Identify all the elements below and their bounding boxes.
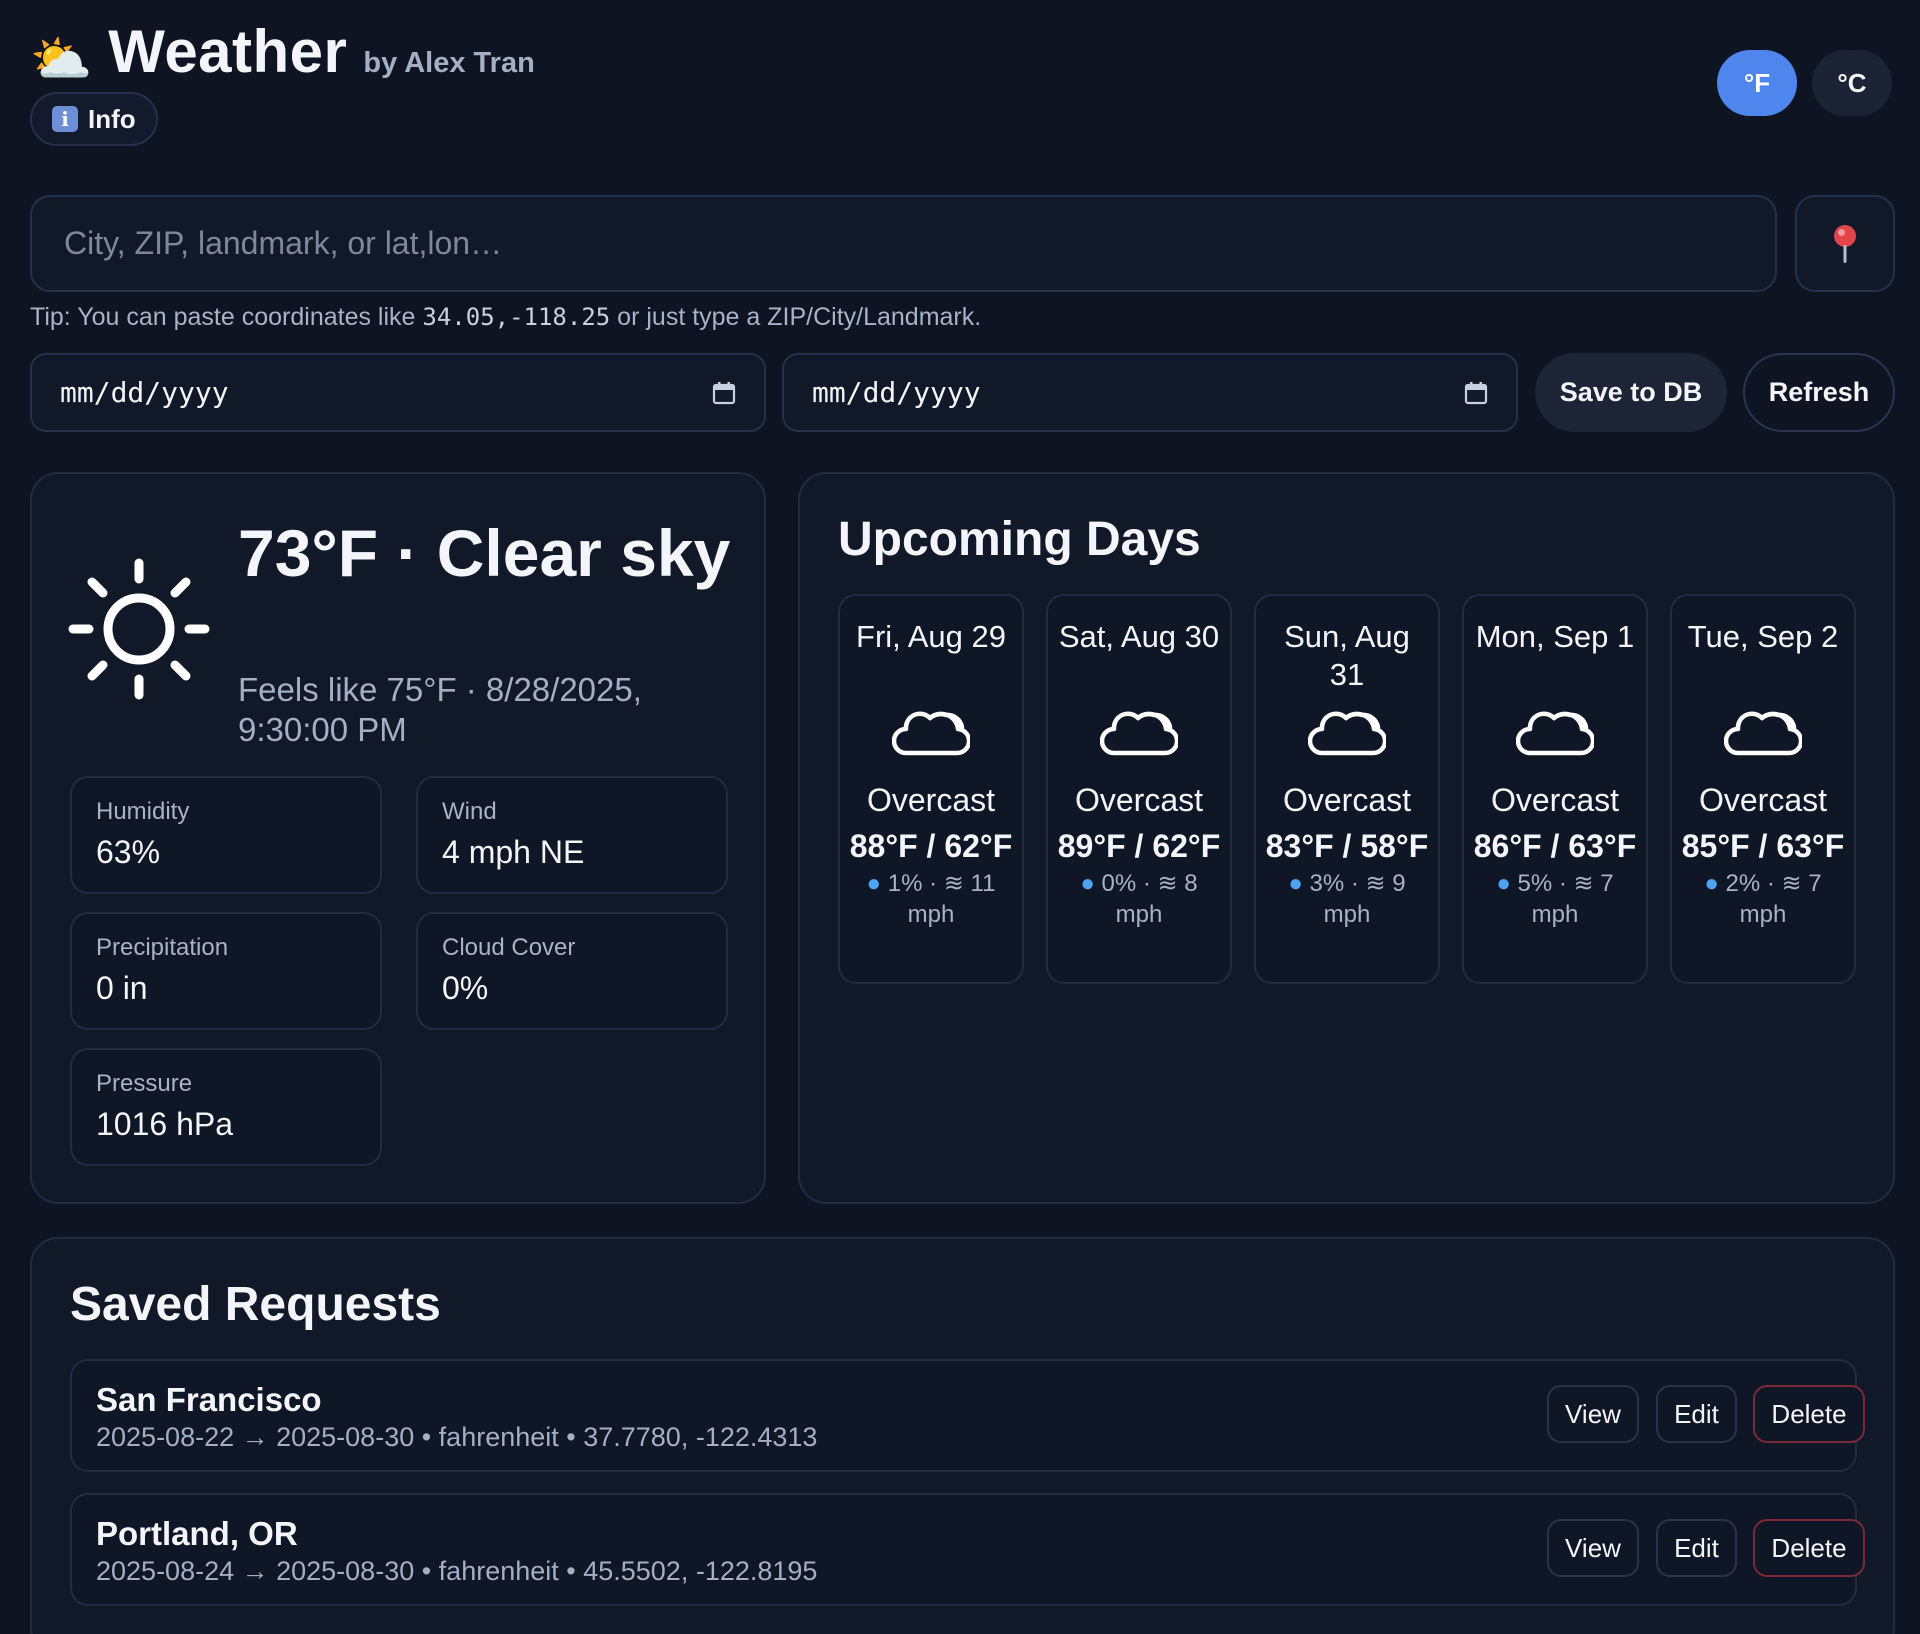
wind-icon: ≋ [943, 870, 964, 897]
forecast-day-card: Tue, Sep 2 Overcast 85°F / 63°F ● 2% · ≋… [1670, 594, 1856, 984]
forecast-date: Sun, Aug 31 [1284, 619, 1410, 692]
cloud-icon [1100, 711, 1178, 756]
start-date-placeholder: mm/dd/yyyy [60, 376, 229, 409]
search-box [30, 195, 1777, 292]
stat-value: 63% [96, 834, 161, 870]
start-date-input[interactable]: mm/dd/yyyy [30, 353, 766, 432]
app-title: Weather [108, 18, 348, 85]
forecast-precip-wind: ● 3% · ≋ 9 mph [1288, 870, 1406, 928]
search-input[interactable] [64, 225, 1775, 262]
raindrop-icon: ● [1080, 870, 1095, 897]
saved-request-meta: 2025-08-24 → 2025-08-30 • fahrenheit • 4… [96, 1556, 818, 1586]
calendar-icon[interactable] [1464, 381, 1488, 405]
forecast-condition: Overcast [1074, 782, 1204, 818]
forecast-precip-wind: ● 1% · ≋ 11 mph [866, 870, 996, 928]
cloud-icon [1516, 711, 1594, 756]
saved-request-row: Portland, OR 2025-08-24 → 2025-08-30 • f… [70, 1493, 1865, 1606]
forecast-high-low: 86°F / 63°F [1473, 828, 1637, 864]
sun-icon [68, 558, 210, 700]
forecast-date: Sat, Aug 30 [1058, 619, 1220, 654]
delete-button[interactable]: Delete [1753, 1385, 1865, 1443]
edit-button[interactable]: Edit [1656, 1519, 1737, 1577]
saved-requests-title: Saved Requests [70, 1278, 441, 1331]
cloud-icon [892, 711, 970, 756]
saved-request-row: San Francisco 2025-08-22 → 2025-08-30 • … [70, 1359, 1865, 1472]
forecast-condition: Overcast [866, 782, 996, 818]
forecast-condition: Overcast [1282, 782, 1412, 818]
cloud-icon [1308, 711, 1386, 756]
upcoming-title: Upcoming Days [838, 513, 1201, 566]
stat-value: 4 mph NE [442, 834, 585, 870]
pressure-card: Pressure 1016 hPa [70, 1048, 382, 1166]
forecast-precip-wind: ● 0% · ≋ 8 mph [1080, 870, 1198, 928]
stat-label: Wind [442, 798, 497, 825]
end-date-input[interactable]: mm/dd/yyyy [782, 353, 1518, 432]
stat-value: 0 in [96, 970, 148, 1006]
forecast-day-card: Mon, Sep 1 Overcast 86°F / 63°F ● 5% · ≋… [1462, 594, 1648, 984]
feels-like-and-time: Feels like 75°F · 8/28/2025, 9:30:00 PM [238, 671, 642, 748]
forecast-day-card: Fri, Aug 29 Overcast 88°F / 62°F ● 1% · … [838, 594, 1024, 984]
current-conditions-panel: 73°F · Clear sky Feels like 75°F · 8/28/… [30, 472, 766, 1204]
stat-value: 0% [442, 970, 489, 1006]
info-button[interactable]: i Info [30, 92, 158, 146]
cloud-cover-card: Cloud Cover 0% [416, 912, 728, 1030]
stat-label: Precipitation [96, 934, 229, 961]
wind-icon: ≋ [1157, 870, 1178, 897]
sun-behind-cloud-icon: ⛅ [30, 31, 93, 87]
saved-request-name: Portland, OR [96, 1515, 298, 1552]
cloud-icon [1724, 711, 1802, 756]
edit-button[interactable]: Edit [1656, 1385, 1737, 1443]
upcoming-days-panel: Upcoming Days Fri, Aug 29 Overcast 88°F … [798, 472, 1895, 1204]
forecast-high-low: 89°F / 62°F [1057, 828, 1221, 864]
raindrop-icon: ● [1496, 870, 1511, 897]
stat-value: 1016 hPa [96, 1106, 234, 1142]
wind-icon: ≋ [1365, 870, 1386, 897]
locate-button[interactable] [1795, 195, 1895, 292]
raindrop-icon: ● [1288, 870, 1303, 897]
stat-label: Pressure [96, 1070, 193, 1097]
app-header: ⛅ Weather by Alex Tran [30, 18, 535, 88]
search-tip: Tip: You can paste coordinates like 34.0… [30, 303, 982, 331]
refresh-button[interactable]: Refresh [1743, 353, 1895, 432]
forecast-condition: Overcast [1490, 782, 1620, 818]
author-label: by Alex Tran [363, 47, 535, 79]
forecast-precip-wind: ● 5% · ≋ 7 mph [1496, 870, 1614, 928]
wind-icon: ≋ [1573, 870, 1594, 897]
saved-request-name: San Francisco [96, 1381, 322, 1418]
forecast-date: Fri, Aug 29 [856, 619, 1006, 654]
humidity-card: Humidity 63% [70, 776, 382, 894]
raindrop-icon: ● [1704, 870, 1719, 897]
forecast-date: Mon, Sep 1 [1475, 619, 1635, 654]
stat-label: Humidity [96, 798, 190, 825]
view-button[interactable]: View [1547, 1519, 1639, 1577]
view-button[interactable]: View [1547, 1385, 1639, 1443]
forecast-high-low: 85°F / 63°F [1681, 828, 1845, 864]
precipitation-card: Precipitation 0 in [70, 912, 382, 1030]
forecast-condition: Overcast [1698, 782, 1828, 818]
wind-card: Wind 4 mph NE [416, 776, 728, 894]
wind-icon: ≋ [1781, 870, 1802, 897]
coordinate-example: 34.05,-118.25 [422, 303, 611, 331]
end-date-placeholder: mm/dd/yyyy [812, 376, 981, 409]
saved-request-meta: 2025-08-22 → 2025-08-30 • fahrenheit • 3… [96, 1422, 818, 1452]
forecast-high-low: 88°F / 62°F [849, 828, 1013, 864]
forecast-precip-wind: ● 2% · ≋ 7 mph [1704, 870, 1822, 928]
forecast-high-low: 83°F / 58°F [1265, 828, 1429, 864]
info-icon: i [52, 106, 78, 132]
calendar-icon[interactable] [712, 381, 736, 405]
forecast-date: Tue, Sep 2 [1687, 619, 1839, 654]
forecast-day-card: Sat, Aug 30 Overcast 89°F / 62°F ● 0% · … [1046, 594, 1232, 984]
forecast-day-card: Sun, Aug 31 Overcast 83°F / 58°F ● 3% · … [1254, 594, 1440, 984]
info-label: Info [88, 103, 136, 134]
delete-button[interactable]: Delete [1753, 1519, 1865, 1577]
current-temperature: 73°F · Clear sky [238, 516, 731, 590]
pin-icon [1834, 224, 1856, 263]
stat-label: Cloud Cover [442, 934, 576, 961]
saved-requests-panel: Saved Requests San Francisco 2025-08-22 … [30, 1237, 1895, 1634]
celsius-toggle[interactable]: °C [1812, 50, 1892, 116]
save-to-db-button[interactable]: Save to DB [1535, 353, 1727, 432]
fahrenheit-toggle[interactable]: °F [1717, 50, 1797, 116]
raindrop-icon: ● [866, 870, 882, 897]
